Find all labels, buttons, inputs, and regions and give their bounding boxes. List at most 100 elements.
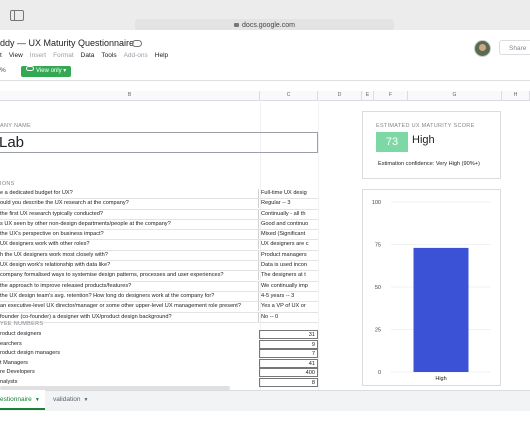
headcount-cell[interactable]: 41 — [259, 358, 318, 368]
question-cell[interactable]: UX design work's relationship with data … — [0, 261, 259, 271]
table-row: UX design work's relationship with data … — [0, 261, 318, 272]
headcount-cell[interactable]: 9 — [259, 339, 318, 349]
score-title: ESTIMATED UX MATURITY SCORE — [376, 123, 475, 129]
question-cell[interactable]: UX designers work with other roles? — [0, 240, 259, 250]
column-header-d[interactable]: D — [318, 91, 362, 100]
menu-item-format[interactable]: Format — [53, 52, 74, 59]
table-row: earchers 9 — [0, 339, 318, 350]
question-cell[interactable]: company formalised ways to systemise des… — [0, 271, 259, 281]
company-name-cell[interactable]: Lab — [0, 132, 318, 153]
column-header-h[interactable]: H — [502, 91, 530, 100]
question-cell[interactable]: ould you describe the UX research at the… — [0, 199, 259, 209]
employees-section-label: YEE NUMBERS — [0, 321, 44, 327]
column-header-g[interactable]: G — [408, 91, 502, 100]
table-row: roduct designers 31 — [0, 330, 318, 340]
role-label: t Managers — [0, 359, 28, 366]
table-row: company formalised ways to systemise des… — [0, 271, 318, 282]
question-cell[interactable]: the approach to improve released product… — [0, 281, 259, 291]
role-label: roduct designers — [0, 331, 42, 337]
table-row: UX designers work with other roles? UX de… — [0, 240, 318, 251]
role-label: roduct design managers — [0, 350, 61, 357]
answer-cell[interactable]: Regular -- 3 — [261, 199, 318, 208]
role-label: earchers — [0, 340, 22, 347]
headcount-cell[interactable]: 7 — [259, 349, 318, 359]
score-confidence: Estimation confidence: Very High (90%+) — [378, 161, 480, 167]
x-category-label: High — [435, 376, 446, 382]
question-cell[interactable]: the UX design team's avg. retention? How… — [0, 291, 259, 301]
table-row: t Managers 41 — [0, 358, 318, 369]
tab-validation[interactable]: validation ▼ — [53, 390, 88, 410]
answer-cell[interactable]: Data is used incon — [261, 261, 318, 270]
column-header-e[interactable]: E — [362, 91, 374, 100]
table-row: s UX seen by other non-design department… — [0, 219, 318, 231]
question-cell[interactable]: e a dedicated budget for UX? — [0, 189, 259, 198]
questions-table: e a dedicated budget for UX? Full-time UX… — [0, 189, 318, 323]
answer-cell[interactable]: 4-5 years -- 3 — [261, 292, 318, 301]
headcount-cell[interactable]: 8 — [259, 377, 318, 387]
table-row: h the UX designers work most closely wit… — [0, 250, 318, 262]
tab-questionnaire[interactable]: estionnaire ▼ — [0, 390, 45, 410]
column-headers: B C D E F G H — [0, 91, 530, 101]
answer-cell[interactable]: Good and continuo — [261, 220, 318, 229]
headcount-cell[interactable]: 31 — [259, 330, 318, 339]
answer-cell[interactable]: Yes a VP of UX or — [261, 302, 318, 311]
menu-item-data[interactable]: Data — [81, 52, 95, 59]
view-only-label: View only — [36, 68, 62, 74]
zoom-level[interactable]: % — [0, 67, 6, 74]
column-header-f[interactable]: F — [374, 91, 408, 100]
question-cell[interactable]: an executive-level UX director/manager o… — [0, 302, 259, 312]
answer-cell[interactable]: Mixed (Significant — [261, 230, 318, 239]
view-only-button[interactable]: View only ▾ — [21, 66, 72, 77]
y-tick-label: 100 — [372, 200, 381, 206]
tab-questionnaire-label: estionnaire — [0, 396, 32, 403]
avatar[interactable] — [474, 40, 491, 57]
question-cell[interactable]: h the UX designers work most closely wit… — [0, 250, 259, 260]
role-label: re Developers — [0, 369, 35, 376]
menu-item-file[interactable]: t — [0, 52, 2, 59]
menu-item-insert[interactable]: Insert — [30, 52, 46, 59]
table-row: the approach to improve released product… — [0, 281, 318, 292]
question-cell[interactable]: the UX's perspective on business impact? — [0, 230, 259, 240]
table-row: roduct design managers 7 — [0, 349, 318, 359]
answer-cell[interactable]: We continually imp — [261, 282, 318, 291]
company-section-label: ANY NAME — [0, 123, 32, 129]
chevron-down-icon[interactable]: ▼ — [83, 397, 88, 403]
url-text: docs.google.com — [242, 22, 295, 29]
table-row: an executive-level UX director/manager o… — [0, 302, 318, 313]
chevron-down-icon[interactable]: ▼ — [35, 397, 40, 403]
menu-bar: t View Insert Format Data Tools Add-ons Help — [0, 52, 175, 59]
lock-icon — [234, 23, 240, 27]
y-tick-label: 50 — [375, 285, 381, 291]
table-row: ould you describe the UX research at the… — [0, 199, 318, 210]
menu-item-addons[interactable]: Add-ons — [124, 52, 148, 59]
menu-item-help[interactable]: Help — [155, 52, 168, 59]
column-header-c[interactable]: C — [260, 91, 318, 100]
answer-cell[interactable]: The designers at t — [261, 271, 318, 280]
maturity-bar-chart: 0 25 50 75 100 High — [372, 200, 491, 382]
menu-item-tools[interactable]: Tools — [101, 52, 116, 59]
headcount-cell[interactable]: 400 — [259, 368, 318, 378]
bar[interactable] — [413, 247, 469, 372]
answer-cell[interactable]: UX designers are c — [261, 240, 318, 249]
menu-item-view[interactable]: View — [9, 52, 23, 59]
cloud-status-icon[interactable] — [132, 40, 142, 47]
score-level: High — [412, 134, 435, 146]
questions-section-label: IONS — [0, 181, 15, 187]
answer-cell[interactable]: No -- 0 — [261, 313, 318, 322]
sidebar-toggle-icon[interactable] — [10, 10, 24, 21]
answer-cell[interactable]: Full-time UX desig — [261, 189, 318, 198]
question-cell[interactable]: s UX seen by other non-design department… — [0, 219, 259, 229]
answer-cell[interactable]: Continually - all th — [261, 210, 318, 219]
column-header-b[interactable]: B — [0, 91, 260, 100]
score-badge: 73 — [376, 132, 408, 152]
answer-cell[interactable]: Product managers — [261, 251, 318, 260]
chart-panel: 0 25 50 75 100 High — [362, 189, 501, 386]
document-title[interactable]: ddy — UX Maturity Questionnaire — [0, 38, 134, 48]
table-row: the UX's perspective on business impact?… — [0, 230, 318, 241]
employee-numbers-table: roduct designers 31 earchers 9 roduct design… — [0, 330, 318, 388]
share-button[interactable]: Share — [499, 40, 530, 55]
column-divider — [318, 100, 319, 390]
table-row: the first UX research typically conducte… — [0, 209, 318, 220]
table-row: founder (co-founder) a designer with UX/… — [0, 312, 318, 323]
question-cell[interactable]: the first UX research typically conducte… — [0, 209, 259, 219]
